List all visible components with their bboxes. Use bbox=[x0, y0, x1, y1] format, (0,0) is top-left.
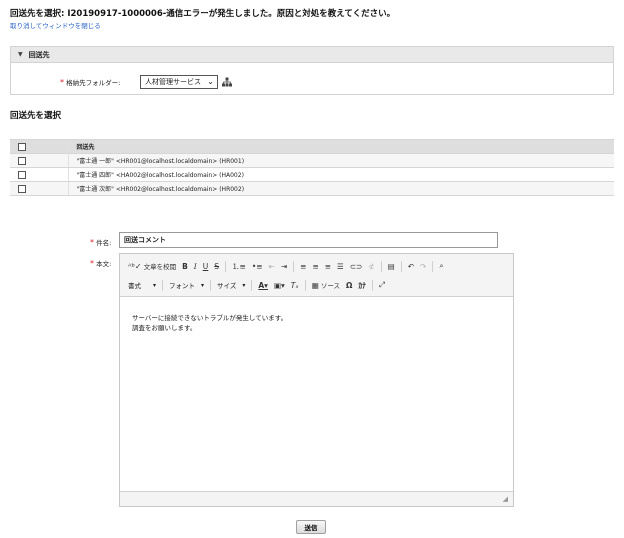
select-destination-title: 回送先を選択 bbox=[10, 111, 62, 121]
remove-format-button[interactable]: Tₓ bbox=[291, 281, 299, 290]
recipient-table: 回送先 "富士通 一郎" <HR001@localhost.localdomai… bbox=[10, 139, 614, 196]
find-search-icon[interactable]: ⌕ bbox=[439, 261, 443, 271]
text-color-button[interactable]: A▾ bbox=[258, 281, 268, 290]
close-window-link[interactable]: 取り消してウィンドウを閉じる bbox=[10, 20, 101, 30]
page-title: 回送先を選択: I20190917-1000006-通信エラーが発生しました。原… bbox=[10, 9, 396, 19]
redo-icon[interactable]: ↷ bbox=[420, 262, 426, 271]
send-button[interactable]: 送信 bbox=[296, 520, 326, 534]
editor-toolbar: ᴬᵇ✓ 文章を校閲 B I U S ⒈≡ •≡ ⇤ ⇥ ≡ ≡ ≡ ☰ ⊂⊃ ⊄ … bbox=[120, 254, 513, 297]
recipient-address: "富士通 四郎" <HA002@localhost.localdomain> (… bbox=[68, 167, 614, 182]
folder-select[interactable]: 人材管理サービス ⌄ bbox=[140, 75, 218, 89]
rich-text-editor: ᴬᵇ✓ 文章を校閲 B I U S ⒈≡ •≡ ⇤ ⇥ ≡ ≡ ≡ ☰ ⊂⊃ ⊄ … bbox=[119, 253, 514, 507]
recipient-address: "富士通 次郎" <HR002@localhost.localdomain> (… bbox=[68, 181, 614, 196]
subject-input[interactable]: 回送コメント bbox=[119, 232, 498, 248]
required-star-icon: * bbox=[90, 238, 94, 247]
body-line: サーバーに接続できないトラブルが発生しています。 bbox=[132, 314, 288, 322]
format-combo[interactable]: 書式 ▾ bbox=[128, 280, 157, 291]
row-checkbox[interactable] bbox=[18, 184, 26, 193]
subject-label-text: 件名: bbox=[96, 239, 112, 247]
toolbar-divider bbox=[293, 260, 295, 272]
destination-section-title: 回送先 bbox=[28, 50, 50, 59]
align-justify-icon[interactable]: ☰ bbox=[337, 262, 344, 271]
ruby-icon[interactable]: ｶﾅ bbox=[358, 280, 366, 291]
table-row: "富士通 一郎" <HR001@localhost.localdomain> (… bbox=[10, 153, 614, 168]
table-row: "富士通 四郎" <HA002@localhost.localdomain> (… bbox=[10, 167, 614, 182]
indent-icon[interactable]: ⇥ bbox=[281, 262, 287, 271]
strikethrough-button[interactable]: S bbox=[214, 262, 219, 271]
bold-button[interactable]: B bbox=[182, 262, 188, 271]
chevron-down-icon: ▾ bbox=[242, 281, 246, 289]
toolbar-divider bbox=[400, 260, 402, 272]
align-left-icon[interactable]: ≡ bbox=[300, 262, 306, 271]
toolbar-divider bbox=[162, 279, 164, 291]
destination-section-header[interactable]: ▼ 回送先 bbox=[11, 47, 613, 63]
undo-icon[interactable]: ↶ bbox=[408, 262, 414, 271]
body-line: 調査をお願いします。 bbox=[132, 324, 197, 332]
toolbar-row-2: 書式 ▾ フォント ▾ サイズ ▾ A▾ ▣▾ Tₓ ▦ ソース Ω ｶﾅ ⤢ bbox=[128, 277, 391, 293]
font-combo[interactable]: フォント ▾ bbox=[169, 280, 205, 291]
body-label: * 本文: bbox=[90, 258, 111, 268]
required-star-icon: * bbox=[90, 259, 94, 268]
toolbar-divider bbox=[380, 260, 382, 272]
underline-button[interactable]: U bbox=[203, 262, 209, 271]
row-checkbox[interactable] bbox=[18, 156, 26, 165]
horizontal-line-icon[interactable]: ▤ bbox=[388, 262, 395, 271]
recipient-address: "富士通 一郎" <HR001@localhost.localdomain> (… bbox=[68, 153, 614, 168]
maximize-icon[interactable]: ⤢ bbox=[379, 280, 385, 290]
table-header-row: 回送先 bbox=[10, 139, 614, 154]
required-star-icon: * bbox=[60, 78, 64, 87]
align-center-icon[interactable]: ≡ bbox=[312, 262, 318, 271]
toolbar-divider bbox=[225, 260, 227, 272]
source-label: ソース bbox=[320, 282, 340, 290]
toolbar-divider bbox=[210, 279, 212, 291]
size-combo-label: サイズ bbox=[217, 282, 237, 290]
subject-label: * 件名: bbox=[90, 237, 111, 247]
spellcheck-label: 文章を校閲 bbox=[143, 263, 177, 271]
outdent-icon[interactable]: ⇤ bbox=[269, 262, 275, 271]
align-right-icon[interactable]: ≡ bbox=[325, 262, 331, 271]
spellcheck-icon: ᴬᵇ✓ bbox=[128, 261, 142, 271]
toolbar-divider bbox=[371, 279, 373, 291]
table-row: "富士通 次郎" <HR002@localhost.localdomain> (… bbox=[10, 181, 614, 196]
folder-row: * 格納先フォルダー: 人材管理サービス ⌄ bbox=[11, 75, 613, 89]
toolbar-divider bbox=[251, 279, 253, 291]
folder-tree-icon[interactable] bbox=[222, 77, 232, 87]
select-all-checkbox[interactable] bbox=[18, 142, 26, 151]
folder-label: * 格納先フォルダー: bbox=[60, 77, 120, 87]
chevron-down-icon: ⌄ bbox=[207, 77, 214, 86]
font-combo-label: フォント bbox=[169, 282, 196, 290]
source-icon: ▦ bbox=[311, 280, 319, 290]
background-color-button[interactable]: ▣▾ bbox=[274, 281, 285, 290]
editor-footer-bar: ◢ bbox=[120, 491, 513, 506]
numbered-list-icon[interactable]: ⒈≡ bbox=[232, 261, 246, 272]
italic-button[interactable]: I bbox=[194, 262, 197, 271]
chevron-down-icon: ▾ bbox=[153, 281, 157, 289]
source-button[interactable]: ▦ ソース bbox=[311, 280, 340, 291]
toolbar-divider bbox=[432, 260, 434, 272]
toolbar-divider bbox=[304, 279, 306, 291]
spellcheck-button[interactable]: ᴬᵇ✓ 文章を校閲 bbox=[128, 261, 177, 272]
collapse-triangle-icon[interactable]: ▼ bbox=[18, 51, 23, 58]
toolbar-row-1: ᴬᵇ✓ 文章を校閲 B I U S ⒈≡ •≡ ⇤ ⇥ ≡ ≡ ≡ ☰ ⊂⊃ ⊄ … bbox=[128, 258, 450, 274]
folder-select-value: 人材管理サービス bbox=[145, 78, 201, 86]
bulleted-list-icon[interactable]: •≡ bbox=[252, 262, 263, 271]
chevron-down-icon: ▾ bbox=[201, 281, 205, 289]
editor-content-area[interactable]: サーバーに接続できないトラブルが発生しています。 調査をお願いします。 bbox=[120, 297, 513, 333]
format-combo-label: 書式 bbox=[128, 282, 141, 290]
unlink-icon[interactable]: ⊄ bbox=[368, 262, 374, 271]
destination-section: ▼ 回送先 * 格納先フォルダー: 人材管理サービス ⌄ bbox=[10, 46, 614, 95]
special-char-icon[interactable]: Ω bbox=[346, 281, 352, 290]
link-icon[interactable]: ⊂⊃ bbox=[350, 262, 363, 271]
size-combo[interactable]: サイズ ▾ bbox=[217, 280, 246, 291]
row-checkbox[interactable] bbox=[18, 170, 26, 179]
folder-label-text: 格納先フォルダー: bbox=[66, 79, 121, 87]
body-label-text: 本文: bbox=[96, 260, 112, 268]
resize-handle-icon[interactable]: ◢ bbox=[503, 495, 508, 503]
column-header-destination: 回送先 bbox=[68, 139, 614, 154]
